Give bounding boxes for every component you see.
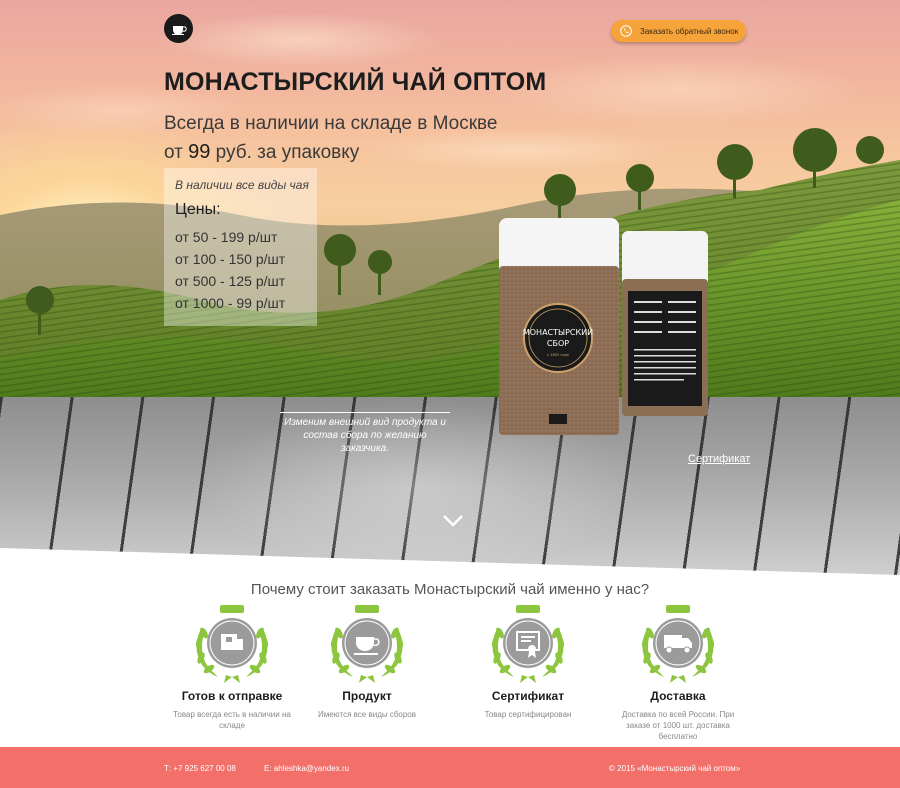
benefit-ready-to-ship: Готов к отправке Товар всегда есть в нал… — [157, 603, 307, 731]
benefits-title: Почему стоит заказать Монастырский чай и… — [250, 581, 650, 598]
footer-phone[interactable]: Т: +7 925 627 00 08 — [164, 764, 236, 773]
hero-subtitle-line1: Всегда в наличии на складе в Москве — [164, 113, 498, 134]
package-label-since: с 1855 года — [547, 353, 569, 357]
benefit-title: Доставка — [650, 689, 706, 703]
package-label-line1: МОНАСТЫРСКИЙ — [523, 326, 593, 337]
benefit-certificate: Сертификат Товар сертифицирован — [453, 603, 603, 720]
benefit-description: Товар всегда есть в наличии на складе — [173, 710, 291, 730]
price-prefix: от — [164, 142, 183, 163]
benefit-description: Товар сертифицирован — [484, 710, 572, 719]
hero-subtitle: Всегда в наличии на складе в Москве от 9… — [164, 110, 497, 167]
price-item: от 500 - 125 р/шт — [175, 273, 286, 289]
tea-cup-logo-icon — [171, 25, 187, 35]
phone-icon — [620, 25, 632, 37]
package-label-line2: СБОР — [547, 339, 569, 348]
prices-heading: Цены: — [175, 201, 221, 218]
price-item: от 1000 - 99 р/шт — [175, 295, 286, 311]
price-value: 99 — [188, 141, 211, 163]
benefit-product: Продукт Имеются все виды сборов — [292, 603, 442, 720]
tea-cup-icon — [330, 605, 404, 683]
hero-title: МОНАСТЫРСКИЙ ЧАЙ ОПТОМ — [164, 68, 547, 96]
price-list: от 50 - 199 р/шт от 100 - 150 р/шт от 50… — [175, 226, 285, 314]
package-front: МОНАСТЫРСКИЙ СБОР с 1855 года — [499, 218, 619, 435]
logo[interactable] — [164, 14, 193, 43]
price-box: В наличии все виды чая Цены: от 50 - 199… — [164, 168, 317, 326]
price-suffix: руб. за упаковку — [215, 142, 360, 163]
price-item: от 50 - 199 р/шт — [175, 229, 278, 245]
hero-section: МОНАСТЫРСКИЙ СБОР с 1855 года Заказать о… — [0, 0, 900, 575]
package-back — [622, 231, 708, 416]
package-note: Изменим внешний вид продукта и состав сб… — [280, 412, 450, 455]
benefit-title: Готов к отправке — [181, 689, 283, 703]
benefit-description: Имеются все виды сборов — [317, 710, 417, 719]
footer-copyright: © 2015 «Монастырский чай оптом» — [609, 764, 741, 773]
certificate-link[interactable]: Сертификат — [688, 453, 750, 465]
benefit-title: Продукт — [342, 689, 392, 703]
benefit-description: Доставка по всей России. При заказе от 1… — [621, 710, 735, 741]
benefit-delivery: Доставка Доставка по всей России. При за… — [603, 603, 753, 742]
callback-button-label: Заказать обратный звонок — [640, 26, 739, 36]
benefit-title: Сертификат — [491, 689, 565, 703]
scroll-down-chevron-icon[interactable] — [442, 514, 464, 528]
certificate-icon — [491, 605, 565, 683]
footer-email[interactable]: E: ahleshka@yandex.ru — [264, 764, 349, 773]
box-icon — [195, 605, 269, 683]
hero-subtitle-line2: от 99 руб. за упаковку — [164, 138, 497, 167]
price-item: от 100 - 150 р/шт — [175, 251, 286, 267]
callback-button[interactable]: Заказать обратный звонок — [611, 20, 746, 42]
footer: Т: +7 925 627 00 08 E: ahleshka@yandex.r… — [0, 747, 900, 788]
truck-icon — [641, 605, 715, 683]
availability-text: В наличии все виды чая — [175, 178, 309, 192]
